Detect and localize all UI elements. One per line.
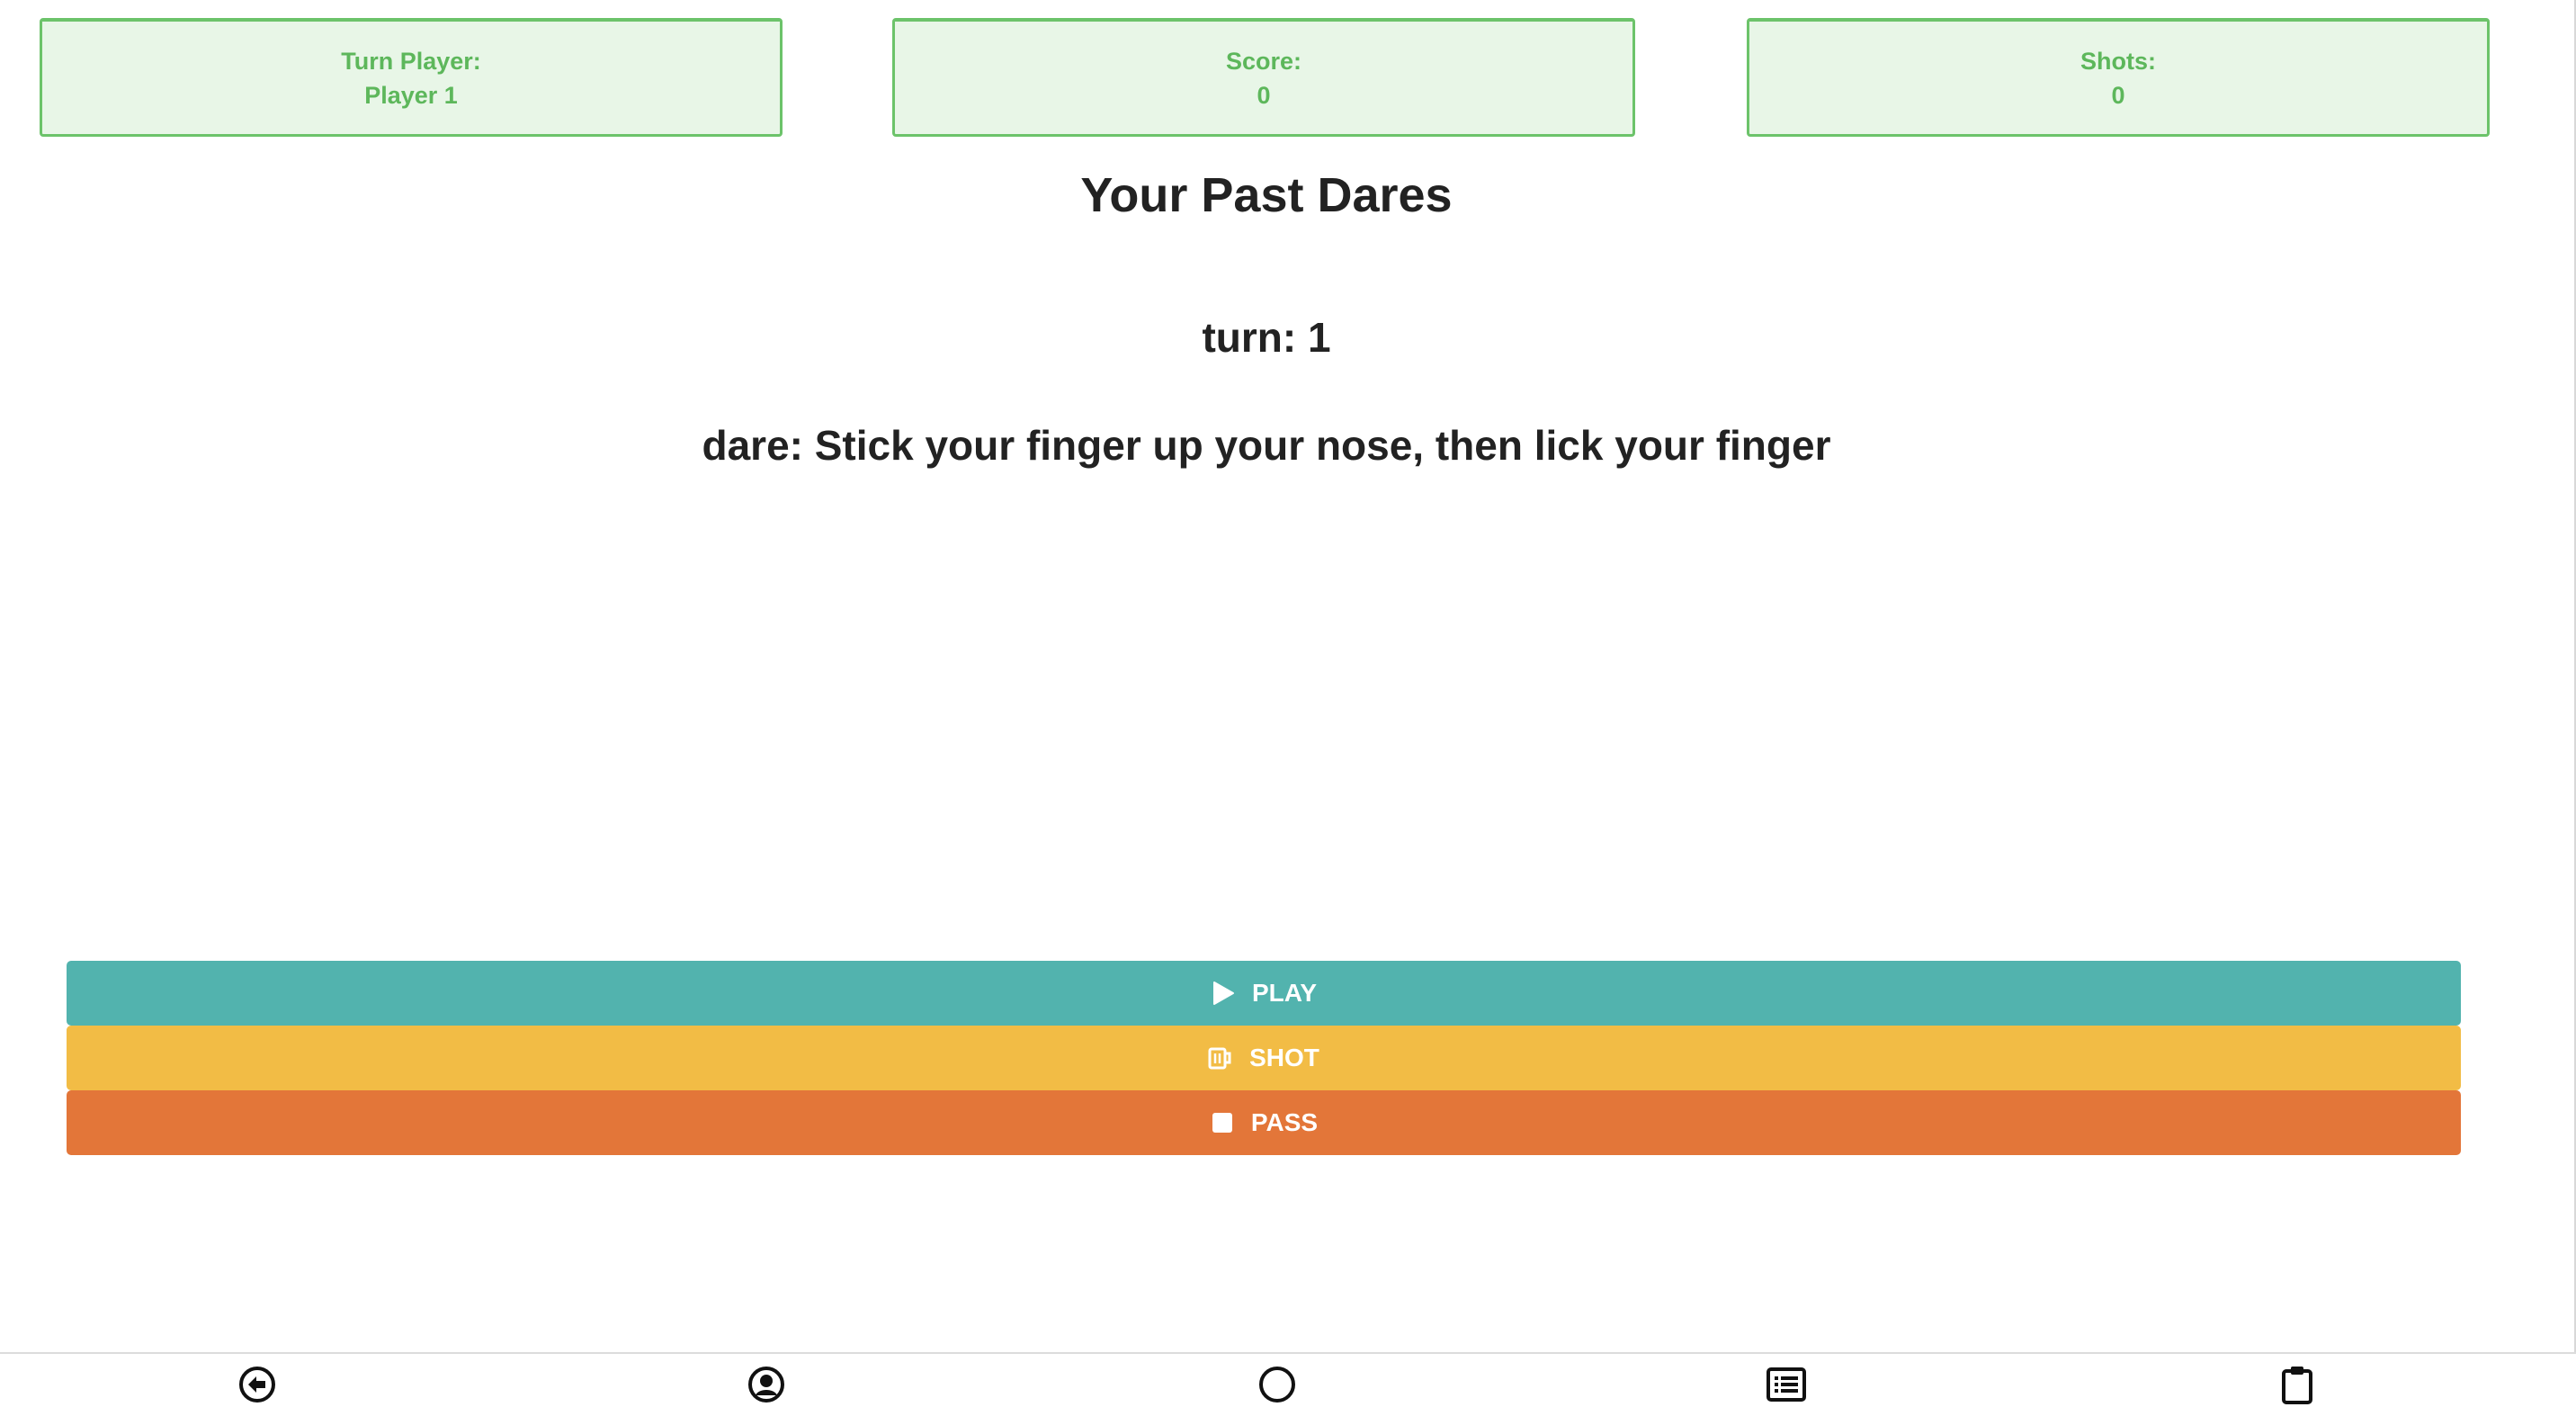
nav-list-button[interactable] (1767, 1367, 1806, 1406)
play-button-label: PLAY (1251, 979, 1318, 1007)
clipboard-icon (2281, 1365, 2313, 1409)
circle-icon (1258, 1366, 1296, 1408)
list-icon (1767, 1367, 1806, 1406)
shot-button[interactable]: SHOT (67, 1026, 2461, 1090)
turn-player-value: Player 1 (364, 81, 458, 109)
shot-button-label: SHOT (1249, 1044, 1319, 1071)
dare-text: dare: Stick your finger up your nose, th… (702, 422, 1831, 469)
back-arrow-circle-icon (238, 1366, 276, 1408)
pass-button-label: PASS (1250, 1108, 1319, 1136)
user-circle-icon (747, 1366, 785, 1408)
play-button[interactable]: PLAY (67, 961, 2461, 1026)
nav-home-button[interactable] (1257, 1366, 1297, 1408)
score-value: 0 (1257, 81, 1271, 109)
page-title: Your Past Dares (1080, 168, 1453, 222)
nav-clipboard-button[interactable] (2277, 1365, 2317, 1409)
bottom-navigation (0, 1352, 2576, 1416)
score-box: Score: 0 (892, 18, 1635, 137)
turn-number-text: turn: 1 (1202, 314, 1331, 361)
shots-value: 0 (2111, 81, 2125, 109)
stop-icon (1210, 1110, 1235, 1135)
pass-button[interactable]: PASS (67, 1090, 2461, 1155)
score-label: Score: (1225, 47, 1302, 75)
shots-box: Shots: 0 (1747, 18, 2490, 137)
turn-player-label: Turn Player: (341, 47, 481, 75)
play-icon (1211, 981, 1236, 1006)
nav-back-button[interactable] (237, 1366, 277, 1408)
nav-profile-button[interactable] (747, 1366, 786, 1408)
turn-player-box: Turn Player: Player 1 (40, 18, 783, 137)
app-page: Turn Player: Player 1 Score: 0 Shots: 0 … (0, 0, 2576, 1416)
beer-mug-icon (1208, 1045, 1233, 1071)
shots-label: Shots: (2080, 47, 2156, 75)
